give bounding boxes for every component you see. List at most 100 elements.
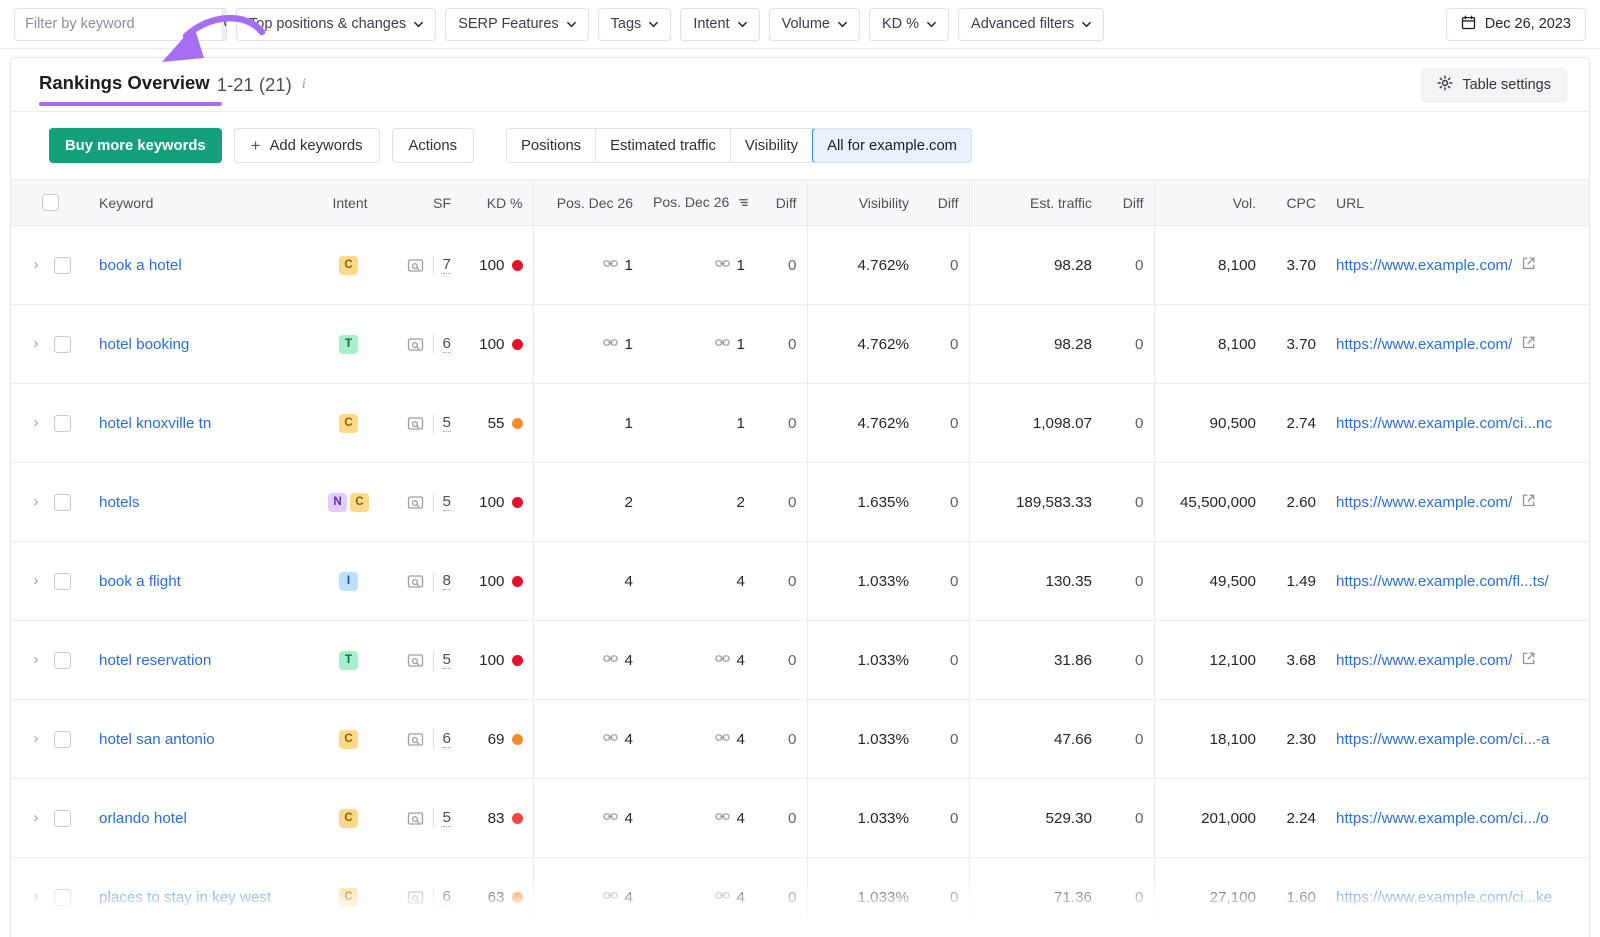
expand-row-icon[interactable]: › <box>29 572 43 589</box>
header-pos-2[interactable]: Pos. Dec 26 <box>643 179 755 226</box>
buy-more-keywords-button[interactable]: Buy more keywords <box>49 128 222 163</box>
row-checkbox[interactable] <box>54 651 71 669</box>
url-link[interactable]: https://www.example.com/ci...ke <box>1336 889 1552 906</box>
row-checkbox[interactable] <box>54 493 71 511</box>
keyword-link[interactable]: hotels <box>99 494 140 511</box>
sf-count[interactable]: 5 <box>442 809 451 828</box>
serp-feature-icon[interactable] <box>407 652 424 669</box>
info-icon[interactable]: i <box>302 76 306 93</box>
serp-feature-icon[interactable] <box>407 336 424 353</box>
row-checkbox[interactable] <box>54 572 71 590</box>
tab-positions[interactable]: Positions <box>507 129 597 162</box>
header-diff-traffic[interactable]: Diff <box>1102 179 1154 226</box>
url-link[interactable]: https://www.example.com/ <box>1336 336 1512 353</box>
table-row[interactable]: › book a flight I 8 100 4 4 0 1.033% 0 130.35 0 49,5… <box>11 541 1589 621</box>
serp-feature-icon[interactable] <box>407 573 424 590</box>
row-checkbox[interactable] <box>54 888 71 906</box>
keyword-link[interactable]: places to stay in key west <box>99 889 271 906</box>
header-url[interactable]: URL <box>1326 179 1589 226</box>
url-link[interactable]: https://www.example.com/ci.../o <box>1336 810 1549 827</box>
header-keyword[interactable]: Keyword <box>89 179 314 226</box>
row-checkbox[interactable] <box>54 730 71 748</box>
header-sf[interactable]: SF <box>386 179 461 226</box>
serp-feature-icon[interactable] <box>407 889 424 906</box>
tab-all-for-example-com[interactable]: All for example.com <box>812 129 972 162</box>
add-keywords-button[interactable]: + Add keywords <box>233 128 380 163</box>
header-kd[interactable]: KD % <box>461 179 533 226</box>
filter-serp-features[interactable]: SERP Features <box>445 7 589 41</box>
serp-feature-icon[interactable] <box>407 415 424 432</box>
sf-count[interactable]: 5 <box>442 414 451 433</box>
search-input[interactable] <box>15 8 222 40</box>
url-link[interactable]: https://www.example.com/fl...ts/ <box>1336 573 1549 590</box>
external-link-icon[interactable] <box>1521 651 1536 670</box>
table-row[interactable]: › hotel san antonio C 6 69 4 4 0 1.033% 0 47.66 0 18… <box>11 699 1589 779</box>
expand-row-icon[interactable]: › <box>29 256 43 273</box>
expand-row-icon[interactable]: › <box>29 809 43 826</box>
expand-row-icon[interactable]: › <box>29 651 43 668</box>
keyword-link[interactable]: book a hotel <box>99 257 182 274</box>
header-est-traffic[interactable]: Est. traffic <box>968 179 1102 226</box>
table-row[interactable]: › orlando hotel C 5 83 4 4 0 1.033% 0 529.30 0 201,0… <box>11 778 1589 858</box>
header-intent[interactable]: Intent <box>314 179 386 226</box>
filter-top-positions-changes[interactable]: Top positions & changes <box>236 7 437 41</box>
table-row[interactable]: › hotel reservation T 5 100 4 4 0 1.033% 0 31.86 0 1… <box>11 620 1589 700</box>
date-range-picker[interactable]: Dec 26, 2023 <box>1445 7 1586 41</box>
keyword-link[interactable]: book a flight <box>99 573 181 590</box>
header-cpc[interactable]: CPC <box>1266 179 1326 226</box>
keyword-link[interactable]: hotel knoxville tn <box>99 415 211 432</box>
serp-feature-icon[interactable] <box>407 731 424 748</box>
search-icon[interactable] <box>222 8 226 40</box>
filter-advanced-filters[interactable]: Advanced filters <box>958 7 1105 41</box>
keyword-link[interactable]: orlando hotel <box>99 810 187 827</box>
sf-count[interactable]: 6 <box>442 888 451 907</box>
url-link[interactable]: https://www.example.com/ci...-a <box>1336 731 1550 748</box>
sf-count[interactable]: 8 <box>442 572 451 591</box>
row-checkbox[interactable] <box>54 335 71 353</box>
sf-count[interactable]: 6 <box>442 730 451 749</box>
header-vol[interactable]: Vol. <box>1153 179 1266 226</box>
sf-count[interactable]: 5 <box>442 651 451 670</box>
expand-row-icon[interactable]: › <box>29 493 43 510</box>
serp-feature-icon[interactable] <box>407 494 424 511</box>
external-link-icon[interactable] <box>1521 256 1536 275</box>
sf-count[interactable]: 5 <box>442 493 451 512</box>
table-row[interactable]: › hotel knoxville tn C 5 55 1 1 0 4.762% 0 1,098.0… <box>11 383 1589 463</box>
keyword-link[interactable]: hotel reservation <box>99 652 211 669</box>
sf-count[interactable]: 7 <box>442 256 451 275</box>
header-visibility[interactable]: Visibility <box>806 179 919 226</box>
actions-button[interactable]: Actions <box>391 128 475 163</box>
tab-visibility[interactable]: Visibility <box>730 129 814 162</box>
select-all-checkbox[interactable] <box>41 194 59 212</box>
expand-row-icon[interactable]: › <box>29 335 43 352</box>
url-link[interactable]: https://www.example.com/ <box>1336 652 1512 669</box>
row-checkbox[interactable] <box>54 414 71 432</box>
filter-intent[interactable]: Intent <box>680 7 760 41</box>
header-diff-pos[interactable]: Diff <box>755 179 807 226</box>
url-link[interactable]: https://www.example.com/ <box>1336 494 1512 511</box>
external-link-icon[interactable] <box>1521 493 1536 512</box>
keyword-link[interactable]: hotel san antonio <box>99 731 215 748</box>
expand-row-icon[interactable]: › <box>29 888 43 905</box>
table-row[interactable]: › hotel booking T 6 100 1 1 0 4.762% 0 98.28 0 8,100… <box>11 304 1589 384</box>
external-link-icon[interactable] <box>1521 335 1536 354</box>
keyword-link[interactable]: hotel booking <box>99 336 189 353</box>
filter-tags[interactable]: Tags <box>597 7 672 41</box>
header-diff-visibility[interactable]: Diff <box>919 179 969 226</box>
table-row[interactable]: › places to stay in key west C 6 63 4 4 0 1.033%… <box>11 857 1589 937</box>
expand-row-icon[interactable]: › <box>29 414 43 431</box>
filter-kd-percent[interactable]: KD % <box>868 7 950 41</box>
filter-volume[interactable]: Volume <box>768 7 860 41</box>
serp-feature-icon[interactable] <box>407 810 424 827</box>
table-settings-button[interactable]: Table settings <box>1421 67 1567 102</box>
sf-count[interactable]: 6 <box>442 335 451 354</box>
expand-row-icon[interactable]: › <box>29 730 43 747</box>
header-pos-1[interactable]: Pos. Dec 26 <box>532 179 643 226</box>
table-row[interactable]: › hotels N C 5 100 2 2 0 1.635% 0 189,583.33 0 45,500… <box>11 462 1589 542</box>
serp-feature-icon[interactable] <box>407 257 424 274</box>
tab-estimated-traffic[interactable]: Estimated traffic <box>596 129 731 162</box>
url-link[interactable]: https://www.example.com/ <box>1336 257 1512 274</box>
url-link[interactable]: https://www.example.com/ci...nc <box>1336 415 1552 432</box>
row-checkbox[interactable] <box>54 809 71 827</box>
row-checkbox[interactable] <box>54 256 71 274</box>
